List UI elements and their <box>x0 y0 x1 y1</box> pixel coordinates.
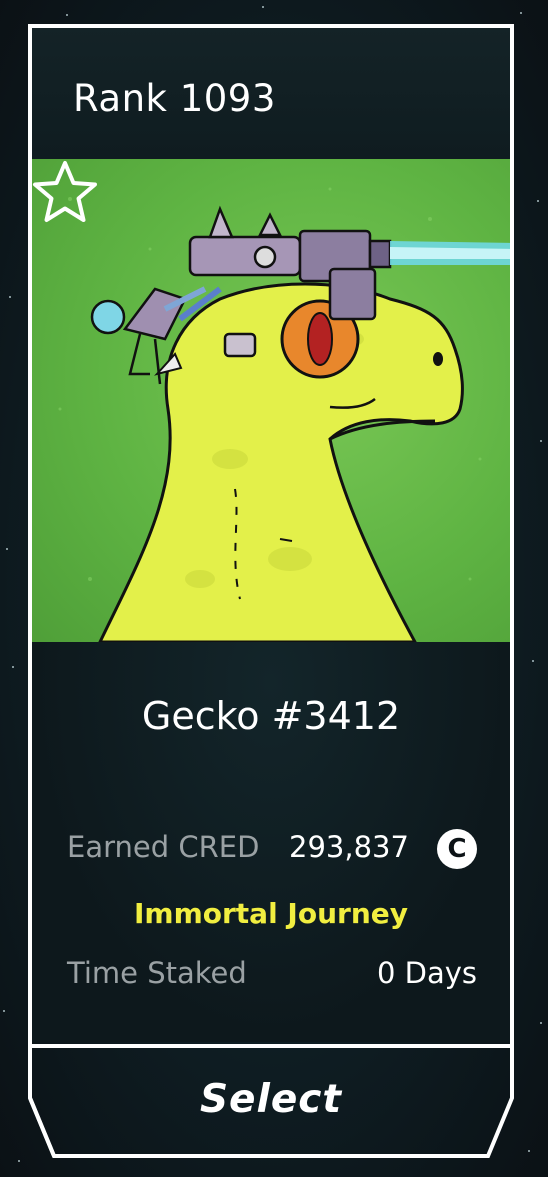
select-button[interactable]: Select <box>30 1050 512 1154</box>
card-frame <box>28 24 514 1158</box>
gecko-card: Rank 1093 Gecko #3412 Earned CRED 293,83… <box>24 20 518 1162</box>
